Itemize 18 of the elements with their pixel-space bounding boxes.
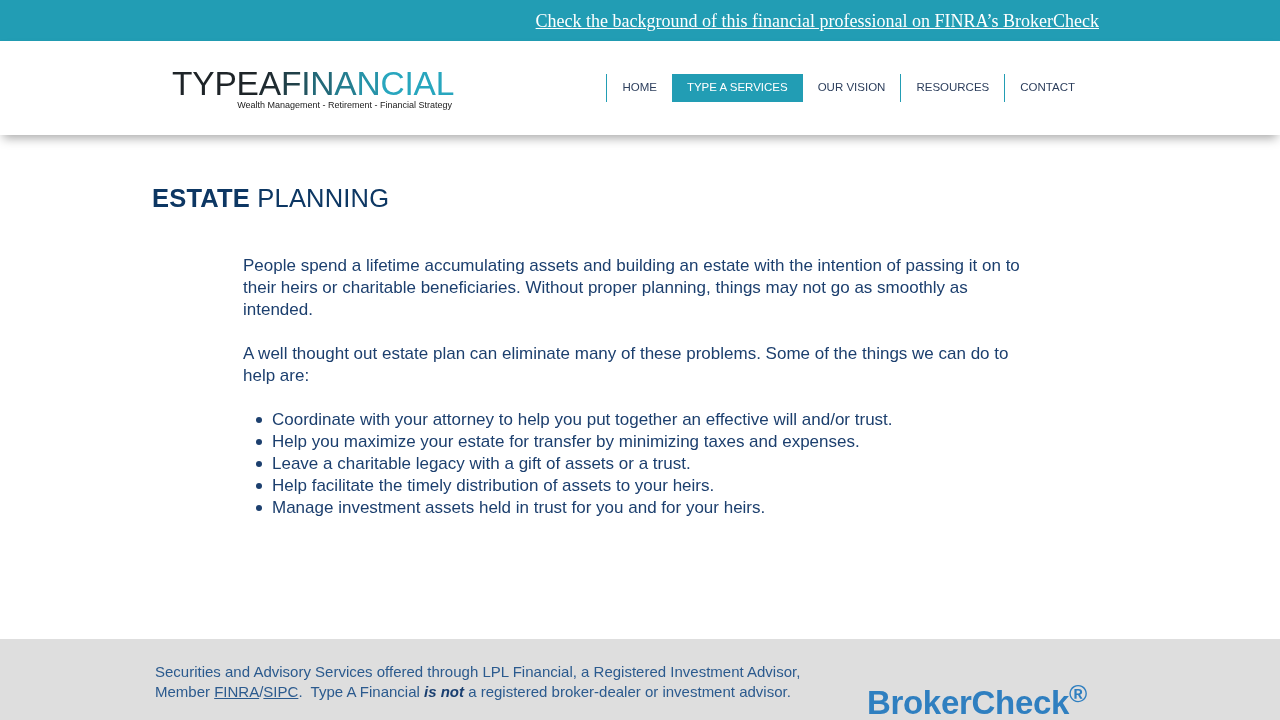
- logo-tagline: Wealth Management - Retirement - Financial Strategy: [237, 98, 453, 111]
- list-item-text: Help facilitate the timely distribution of assets to your heirs.: [272, 475, 715, 497]
- body-paragraph: People spend a lifetime accumulating assets and building an estate with the intention of passing it on to their heirs or charitable beneficiaries. Without proper planning, things may not go as smoothly as intended.: [243, 255, 1021, 321]
- bullet-icon: [256, 439, 262, 445]
- page-heading: ESTATE PLANNING: [152, 183, 390, 214]
- list-item-text: Leave a charitable legacy with a gift of assets or a trust.: [272, 453, 691, 475]
- list-item-text: Coordinate with your attorney to help you put together an effective will and/or trust.: [272, 409, 893, 431]
- bullet-icon: [256, 505, 262, 511]
- site-logo[interactable]: TYPEAFINANCIAL: [172, 67, 455, 99]
- footer-link[interactable]: SIPC: [263, 682, 299, 700]
- footer-link[interactable]: FINRA: [214, 682, 260, 700]
- list-item-text: Help you maximize your estate for transfer by minimizing taxes and expenses.: [272, 431, 860, 453]
- list-item-text: Manage investment assets held in trust for you and for your heirs.: [272, 497, 766, 519]
- bullet-icon: [256, 483, 262, 489]
- bullet-icon: [256, 461, 262, 467]
- bullet-icon: [256, 417, 262, 423]
- disclaimer-text: Securities and Advisory Services offered through LPL Financial, a Registered Investment Advisor, Member FINRA/SIPC. Type A Financial is not a registered broker-dealer or investment advisor.: [155, 662, 802, 702]
- body-paragraph: A well thought out estate plan can eliminate many of these problems. Some of the things we can do to help are:: [243, 343, 1010, 387]
